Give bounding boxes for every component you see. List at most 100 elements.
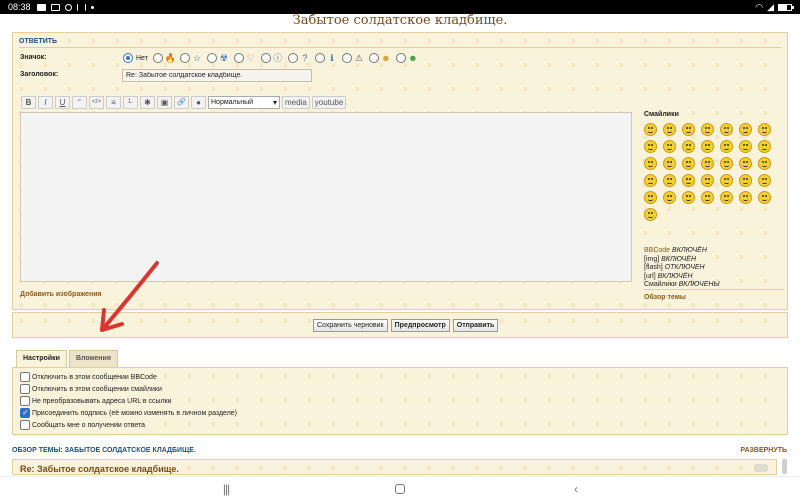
list-button[interactable]: ≡	[106, 96, 121, 109]
image-button[interactable]: ▣	[157, 96, 172, 109]
message-textarea[interactable]	[20, 112, 632, 282]
icon-radio-none[interactable]	[123, 53, 133, 63]
icon-selector: Нет 🔥 ☆ ☢ ♡ ⓘ ? ℹ ⚠ ☻ ☻	[123, 53, 421, 63]
smiley-icon[interactable]	[682, 174, 695, 187]
icon-radio-warning[interactable]	[341, 53, 352, 63]
tab-settings[interactable]: Настройки	[16, 350, 67, 367]
smiley-icon[interactable]	[739, 191, 752, 204]
smilies-title: Смайлики	[644, 111, 679, 118]
review-post-title[interactable]: Re: Забытое солдатское кладбище.	[20, 464, 179, 474]
smiley-icon[interactable]	[720, 157, 733, 170]
smiley-icon[interactable]	[682, 157, 695, 170]
bbcode-item-label[interactable]: BBCode	[644, 247, 672, 254]
bold-button[interactable]: B	[21, 96, 36, 109]
recent-apps-button[interactable]: |||	[216, 481, 236, 497]
smiley-icon[interactable]	[701, 140, 714, 153]
topic-review-link[interactable]: Обзор темы	[644, 294, 686, 301]
quote-button[interactable]: “	[72, 96, 87, 109]
smiley-icon[interactable]	[739, 174, 752, 187]
color-button[interactable]: ●	[191, 96, 206, 109]
smiley-icon[interactable]	[701, 191, 714, 204]
scrollbar[interactable]	[782, 459, 787, 474]
expand-link[interactable]: РАЗВЕРНУТЬ	[740, 447, 787, 454]
bbcode-status-line: [flash] ОТКЛЮЧЕН	[644, 264, 720, 273]
smiley-icon[interactable]	[739, 157, 752, 170]
submit-button[interactable]: Отправить	[452, 319, 499, 332]
subject-input[interactable]	[122, 69, 312, 82]
smiley-icon[interactable]	[739, 140, 752, 153]
add-images-link[interactable]: Добавить изображения	[20, 291, 102, 298]
option-disable-smilies[interactable]: Отключить в этом сообщении смайлики	[20, 384, 162, 394]
icon-radio-heart[interactable]	[233, 53, 244, 63]
quote-icon[interactable]	[754, 464, 768, 472]
status-time: 08:38	[8, 2, 31, 12]
icon-radio-exclaim[interactable]	[260, 53, 271, 63]
smiley-icon[interactable]	[758, 174, 771, 187]
smiley-icon[interactable]	[701, 123, 714, 136]
checkbox-checked[interactable]	[20, 408, 30, 418]
smiley-icon[interactable]	[720, 140, 733, 153]
smiley-icon[interactable]	[701, 174, 714, 187]
icon-radio-star[interactable]	[179, 53, 190, 63]
smiley-icon[interactable]	[758, 123, 771, 136]
smiley-icon[interactable]	[682, 123, 695, 136]
checkbox[interactable]	[20, 420, 30, 430]
underline-button[interactable]: U	[55, 96, 70, 109]
smiley-icon[interactable]	[758, 157, 771, 170]
checkbox[interactable]	[20, 372, 30, 382]
review-post: Re: Забытое солдатское кладбище.	[12, 459, 777, 475]
smiley-icon[interactable]	[663, 191, 676, 204]
smiley-icon[interactable]	[644, 140, 657, 153]
editor-toolbar: B I U “ </> ≡ 1. ✱ ▣ 🔗 ● Нормальный medi…	[21, 96, 347, 109]
question-icon: ?	[302, 53, 308, 63]
smiley-icon[interactable]	[663, 140, 676, 153]
icon-radio-info[interactable]	[314, 53, 325, 63]
smiley-icon[interactable]	[644, 208, 657, 221]
smiley-icon[interactable]	[701, 157, 714, 170]
option-no-url-parse[interactable]: Не преобразовывать адреса URL в ссылки	[20, 396, 172, 406]
heart-icon: ♡	[246, 53, 255, 63]
icon-radio-lol[interactable]	[368, 53, 379, 63]
smiley-icon[interactable]	[644, 174, 657, 187]
smiley-icon[interactable]	[720, 191, 733, 204]
checkbox[interactable]	[20, 384, 30, 394]
youtube-button[interactable]: youtube	[311, 96, 347, 109]
bbcode-item-label: [flash]	[644, 264, 665, 271]
media-button[interactable]: media	[282, 96, 310, 109]
checkbox[interactable]	[20, 396, 30, 406]
smiley-icon[interactable]	[720, 174, 733, 187]
option-notify-reply[interactable]: Сообщать мне о получении ответа	[20, 420, 145, 430]
code-button[interactable]: </>	[89, 96, 104, 109]
smiley-icon[interactable]	[644, 123, 657, 136]
smiley-icon[interactable]	[682, 140, 695, 153]
smiley-icon[interactable]	[758, 140, 771, 153]
home-button[interactable]	[390, 481, 410, 497]
link-button[interactable]: 🔗	[174, 96, 189, 109]
smiley-icon[interactable]	[663, 174, 676, 187]
smiley-icon[interactable]	[663, 123, 676, 136]
preview-button[interactable]: Предпросмотр	[390, 319, 450, 332]
smiley-icon[interactable]	[644, 191, 657, 204]
list-item-button[interactable]: ✱	[140, 96, 155, 109]
icon-radio-fire[interactable]	[152, 53, 163, 63]
smiley-icon[interactable]	[739, 123, 752, 136]
page-title[interactable]: Забытое солдатское кладбище.	[0, 13, 800, 28]
font-size-select[interactable]: Нормальный	[208, 96, 280, 109]
save-draft-button[interactable]: Сохранить черновик	[313, 319, 388, 332]
smiley-icon[interactable]	[644, 157, 657, 170]
smiley-icon[interactable]	[682, 191, 695, 204]
back-button[interactable]: ‹	[566, 481, 586, 497]
italic-button[interactable]: I	[38, 96, 53, 109]
icon-radio-question[interactable]	[287, 53, 298, 63]
icon-radio-radioactive[interactable]	[206, 53, 217, 63]
ordered-list-button[interactable]: 1.	[123, 96, 138, 109]
smiley-icon[interactable]	[720, 123, 733, 136]
tab-attachments[interactable]: Вложения	[68, 350, 118, 367]
signal-icon: ◢	[767, 1, 774, 12]
icon-radio-mad[interactable]	[395, 53, 406, 63]
bbcode-status-line: BBCode ВКЛЮЧЁН	[644, 247, 720, 256]
option-attach-signature[interactable]: Присоединить подпись (её можно изменять …	[20, 408, 237, 418]
smiley-icon[interactable]	[758, 191, 771, 204]
smiley-icon[interactable]	[663, 157, 676, 170]
option-disable-bbcode[interactable]: Отключить в этом сообщении BBCode	[20, 372, 157, 382]
